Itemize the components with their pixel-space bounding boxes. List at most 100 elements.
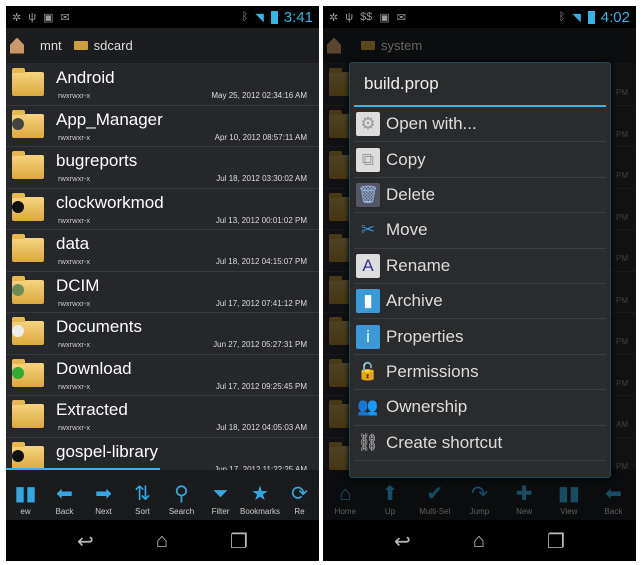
toolbar-next-button[interactable]: ➡ Next: [84, 481, 123, 516]
usb-icon: ψ: [345, 11, 354, 23]
copy-icon: ⧉: [356, 147, 380, 172]
file-permissions: rwxrwxr-x: [58, 423, 91, 432]
toolbar-search-button[interactable]: ⚲ Search: [162, 481, 201, 516]
menu-item-rename[interactable]: A Rename: [354, 249, 606, 284]
toolbar-sort-button[interactable]: ⇅ Sort: [123, 481, 162, 516]
battery-icon: [270, 10, 278, 24]
file-date: Jun 27, 2012 05:27:31 PM: [213, 340, 307, 349]
menu-item-label: Rename: [386, 255, 451, 275]
toolbar-label: Next: [95, 507, 112, 516]
android-debug-icon: ✲: [329, 11, 339, 24]
toolbar-ew-button[interactable]: ▮▮ ew: [6, 481, 45, 516]
nav-bar: ↩ ⌂ ❐: [6, 521, 319, 561]
right-phone-screen: ✲ ψ $$ ▣ ✉ ᛒ ◥ 4:02 system PMPMPMPMPMPMP…: [323, 6, 636, 561]
file-row[interactable]: clockworkmod rwxrwxr-x Jul 13, 2012 00:0…: [6, 188, 319, 230]
toolbar-label: ew: [20, 507, 31, 516]
file-permissions: rwxrwxr-x: [58, 257, 91, 266]
clock: 3:41: [283, 8, 313, 26]
folder-download-badge-icon: [12, 366, 24, 379]
menu-item-permissions[interactable]: 🔓 Permissions: [354, 355, 606, 391]
recents-nav-icon[interactable]: ❐: [547, 529, 565, 554]
sort-icon: ⇅: [134, 483, 151, 505]
file-row[interactable]: DCIM rwxrwxr-x Jul 17, 2012 07:41:12 PM: [6, 271, 319, 313]
menu-item-ownership[interactable]: 👥 Ownership: [354, 390, 606, 426]
toolbar-bookmarks-button[interactable]: ★ Bookmarks: [240, 481, 280, 516]
home-nav-icon[interactable]: ⌂: [156, 530, 168, 553]
file-permissions: rwxrwxr-x: [58, 215, 91, 225]
android-debug-icon: ✲: [12, 11, 22, 24]
open-with-icon: ⚙: [356, 112, 380, 137]
file-name: Extracted: [56, 400, 128, 419]
ownership-icon: 👥: [357, 397, 379, 417]
toolbar-label: Filter: [211, 507, 230, 516]
file-name: Documents: [56, 317, 142, 336]
file-name: gospel-library: [56, 441, 159, 461]
file-row[interactable]: Extracted rwxrwxr-x Jul 18, 2012 04:05:0…: [6, 396, 319, 438]
menu-item-label: Delete: [386, 184, 436, 204]
folder-photo-badge-icon: [12, 283, 24, 296]
toolbar: ▮▮ ew ⬅ Back ➡ Next ⇅ Sort ⚲ Search ⏷ Filter ★ Bookma…: [6, 470, 319, 520]
file-name: bugreports: [56, 151, 138, 170]
file-date: Jul 13, 2012 00:01:02 PM: [215, 215, 307, 225]
file-row[interactable]: Download rwxrwxr-x Jul 17, 2012 09:25:45…: [6, 354, 319, 396]
file-row[interactable]: App_Manager rwxrwxr-x Apr 10, 2012 08:57…: [6, 105, 319, 147]
menu-item-properties[interactable]: i Properties: [354, 319, 606, 355]
file-permissions: rwxrwxr-x: [58, 298, 91, 308]
file-name: DCIM: [56, 275, 100, 295]
toolbar-label: Back: [55, 507, 74, 516]
bookmarks-icon: ★: [251, 483, 269, 505]
home-icon[interactable]: [10, 37, 24, 54]
menu-item-label: Properties: [386, 326, 464, 346]
file-row[interactable]: bugreports rwxrwxr-x Jul 18, 2012 03:30:…: [6, 147, 319, 189]
toolbar-label: Search: [168, 507, 195, 516]
folder-icon: [12, 234, 44, 262]
bluetooth-icon: ᛒ: [558, 11, 566, 23]
menu-item-open-with[interactable]: ⚙ Open with...: [354, 107, 606, 143]
file-row[interactable]: data rwxrwxr-x Jul 18, 2012 04:15:07 PM: [6, 230, 319, 272]
status-bar: ✲ ψ ▣ ✉ ᛒ ◥ 3:41: [6, 6, 319, 28]
file-date: Jul 18, 2012 03:30:02 AM: [216, 174, 307, 183]
filter-icon: ⏷: [212, 483, 229, 505]
properties-icon: i: [356, 324, 380, 349]
usb-icon: ψ: [28, 11, 37, 23]
toolbar-back-button[interactable]: ⬅ Back: [45, 481, 84, 516]
context-menu-dialog: build.prop ⚙ Open with... ⧉ Copy 🗑 Delete ✂ Mov…: [349, 62, 611, 478]
file-name: Download: [56, 358, 132, 378]
menu-item-archive[interactable]: ▮ Archive: [354, 284, 606, 320]
wifi-icon: ◥: [255, 11, 264, 24]
menu-item-label: Ownership: [386, 397, 468, 417]
toolbar-filter-button[interactable]: ⏷ Filter: [201, 481, 240, 516]
menu-item-label: Archive: [386, 291, 443, 311]
folder-icon: [12, 68, 44, 96]
file-date: Jul 17, 2012 07:41:12 PM: [215, 298, 307, 308]
rename-icon: A: [356, 253, 380, 278]
file-permissions: rwxrwxr-x: [58, 174, 91, 183]
gmail-icon: ✉: [396, 11, 406, 24]
menu-item-delete[interactable]: 🗑 Delete: [354, 178, 606, 214]
battery-icon: [587, 10, 595, 24]
file-list[interactable]: Android rwxrwxr-x May 25, 2012 02:34:16 …: [6, 64, 319, 479]
file-permissions: rwxrwxr-x: [58, 91, 91, 100]
permissions-icon: 🔓: [357, 361, 379, 381]
back-nav-icon[interactable]: ↩: [394, 529, 411, 554]
menu-item-create-shortcut[interactable]: ⛓ Create shortcut: [354, 426, 606, 461]
file-name: App_Manager: [56, 109, 163, 129]
menu-item-move[interactable]: ✂ Move: [354, 213, 606, 249]
back-nav-icon[interactable]: ↩: [77, 529, 94, 554]
recents-nav-icon[interactable]: ❐: [230, 529, 248, 554]
file-row[interactable]: Documents rwxrwxr-x Jun 27, 2012 05:27:3…: [6, 313, 319, 355]
folder-doc-badge-icon: [12, 325, 24, 337]
shortcut-icon: ⛓: [357, 432, 379, 452]
gmail-icon: ✉: [60, 11, 70, 24]
breadcrumb-sdcard[interactable]: sdcard: [94, 38, 133, 53]
message-icon: ▣: [379, 11, 390, 24]
toolbar-re-button[interactable]: ⟳ Re: [280, 481, 319, 516]
toolbar-label: Sort: [135, 507, 150, 516]
home-nav-icon[interactable]: ⌂: [473, 530, 485, 553]
menu-item-copy[interactable]: ⧉ Copy: [354, 142, 606, 178]
breadcrumb-mnt[interactable]: mnt: [40, 38, 62, 53]
file-row[interactable]: Android rwxrwxr-x May 25, 2012 02:34:16 …: [6, 64, 319, 106]
toolbar-label: Bookmarks: [240, 507, 281, 516]
file-permissions: rwxrwxr-x: [58, 340, 91, 349]
bluetooth-icon: ᛒ: [241, 11, 249, 23]
